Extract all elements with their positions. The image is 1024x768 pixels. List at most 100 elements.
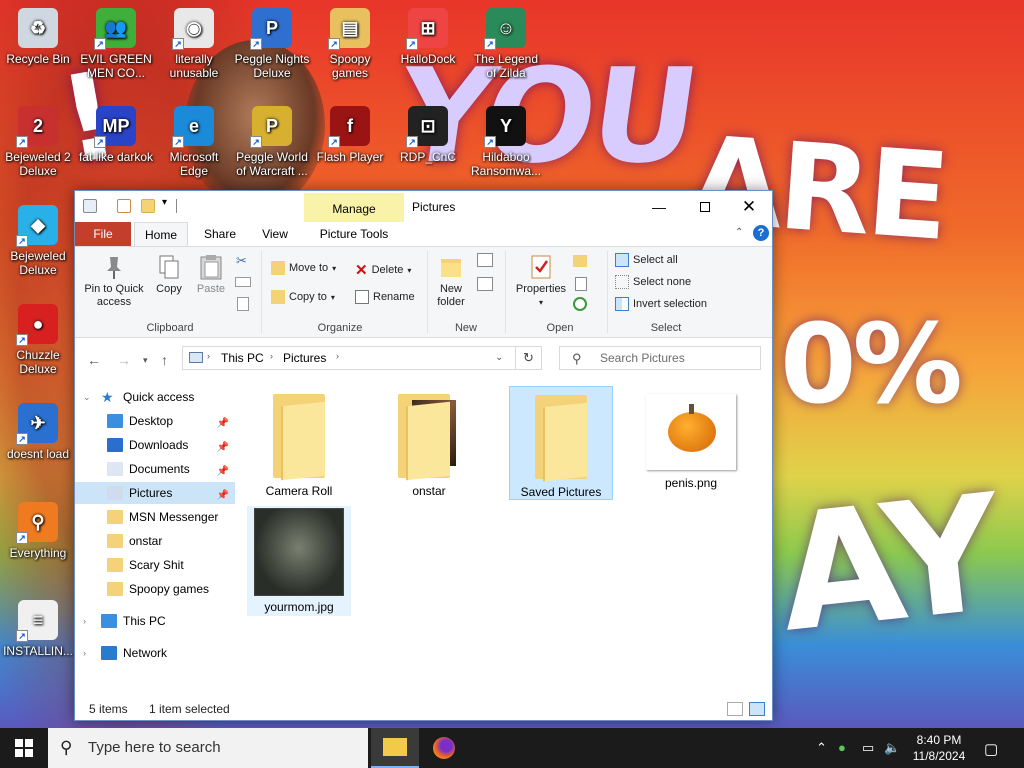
new-folder-button[interactable]: New folder (431, 253, 471, 309)
history-icon[interactable] (573, 297, 587, 311)
nav-item[interactable]: Spoopy games (75, 578, 235, 600)
edit-icon[interactable] (575, 277, 587, 291)
desktop-icon[interactable]: P ↗ Peggle Nights Deluxe (234, 8, 310, 80)
desktop-icon[interactable]: 👥 ↗ EVIL GREEN MEN CO... (78, 8, 154, 80)
copy-path-icon[interactable] (235, 277, 251, 287)
properties-quick-icon[interactable] (117, 199, 131, 213)
new-item-icon[interactable] (477, 253, 493, 267)
user-tray-icon[interactable]: ● (838, 740, 846, 755)
move-to-button[interactable]: Move to ▾ (271, 261, 336, 275)
close-button[interactable]: ✕ (726, 191, 772, 222)
desktop-icon[interactable]: ● ↗ Chuzzle Deluxe (0, 304, 76, 376)
desktop-icon[interactable]: e ↗ Microsoft Edge (156, 106, 232, 178)
show-hidden-icons[interactable]: ⌃ (816, 740, 827, 756)
desktop-icon[interactable]: ☺ ↗ The Legend of Zilda (468, 8, 544, 80)
tab-share[interactable]: Share (195, 222, 245, 246)
nav-item[interactable]: MSN Messenger (75, 506, 235, 528)
select-none-button[interactable]: Select none (615, 275, 691, 289)
desktop-icon[interactable]: ◉ ↗ literally unusable (156, 8, 232, 80)
invert-selection-button[interactable]: Invert selection (615, 297, 707, 311)
open-icon[interactable] (573, 255, 587, 267)
desktop-icon[interactable]: ⊡ ↗ RDP_CnC (390, 106, 466, 164)
expand-chevron-icon[interactable]: › (83, 642, 86, 664)
refresh-button[interactable]: ↻ (516, 346, 542, 370)
select-all-button[interactable]: Select all (615, 253, 678, 267)
desktop-icon[interactable]: ◆ ↗ Bejeweled Deluxe (0, 205, 76, 277)
nav-item[interactable]: onstar (75, 530, 235, 552)
customize-quick-access-icon[interactable]: ▾ (162, 197, 167, 208)
expand-chevron-icon[interactable]: › (83, 610, 86, 632)
back-button[interactable]: ← (87, 352, 101, 368)
address-dropdown-icon[interactable]: ⌄ (495, 352, 503, 363)
taskbar-clock[interactable]: 8:40 PM 11/8/2024 (906, 732, 972, 764)
new-folder-quick-icon[interactable] (141, 199, 155, 213)
file-item[interactable]: onstar (377, 386, 481, 500)
desktop-icon-label: literally unusable (169, 52, 219, 80)
file-item[interactable]: Saved Pictures (509, 386, 613, 500)
tab-picture-tools[interactable]: Picture Tools (304, 222, 404, 246)
collapse-ribbon-icon[interactable]: ⌃ (735, 227, 743, 238)
desktop-icon[interactable]: ✈ ↗ doesnt load (0, 403, 76, 461)
paste-shortcut-icon[interactable] (237, 297, 249, 311)
copy-button[interactable]: Copy (151, 253, 187, 296)
tab-view[interactable]: View (253, 222, 297, 246)
rename-button[interactable]: Rename (355, 290, 415, 304)
taskbar-firefox[interactable] (420, 728, 468, 768)
nav-item[interactable]: Documents 📌 (75, 458, 235, 480)
tab-manage[interactable]: Manage (304, 193, 404, 222)
tab-home[interactable]: Home (134, 222, 188, 246)
up-button[interactable]: ↑ (161, 352, 168, 368)
nav-item[interactable]: ⌄ ★ Quick access (75, 386, 235, 408)
desktop-icon[interactable]: ▤ ↗ Spoopy games (312, 8, 388, 80)
desktop-icon[interactable]: ⊞ ↗ HalloDock (390, 8, 466, 66)
title-bar[interactable]: ▾ Manage Pictures — ✕ (75, 191, 772, 222)
large-icons-view-icon[interactable] (749, 702, 765, 716)
file-item[interactable]: Camera Roll (247, 386, 351, 500)
help-icon[interactable]: ? (753, 225, 769, 241)
minimize-button[interactable]: — (636, 191, 682, 222)
desktop-icon[interactable]: MP ↗ fat like darkok (78, 106, 154, 164)
nav-item[interactable]: Desktop 📌 (75, 410, 235, 432)
nav-item[interactable]: › Network (75, 642, 235, 664)
details-view-icon[interactable] (727, 702, 743, 716)
breadcrumb-this-pc[interactable]: This PC (221, 351, 264, 365)
file-explorer-window[interactable]: ▾ Manage Pictures — ✕ File Home Share Vi… (74, 190, 773, 721)
tab-file[interactable]: File (75, 222, 131, 246)
paste-button[interactable]: Paste (193, 253, 229, 296)
properties-button[interactable]: Properties ▾ (511, 253, 571, 309)
delete-button[interactable]: ✕ Delete ▾ (355, 261, 411, 279)
address-bar[interactable]: › This PC › Pictures › ⌄ (182, 346, 516, 370)
desktop-icon[interactable]: ♻ Recycle Bin (0, 8, 76, 66)
maximize-button[interactable] (682, 191, 728, 222)
ribbon-home: Pin to Quick access Copy Paste ✂ Clipboa… (75, 246, 772, 338)
easy-access-icon[interactable] (477, 277, 493, 291)
desktop-icon[interactable]: P ↗ Peggle World of Warcraft ... (234, 106, 310, 178)
file-item[interactable]: penis.png (639, 386, 743, 500)
volume-icon[interactable]: 🔈 (884, 740, 900, 756)
notifications-icon[interactable]: ▢ (984, 740, 998, 758)
start-button[interactable] (0, 728, 48, 768)
desktop-icon[interactable]: ≡ ↗ INSTALLIN... (0, 600, 76, 658)
shortcut-arrow-icon: ↗ (94, 38, 106, 50)
file-item[interactable]: yourmom.jpg (247, 506, 351, 616)
recent-locations-button[interactable]: ▾ (143, 355, 148, 366)
move-to-label: Move to (289, 262, 329, 274)
taskbar-search-box[interactable]: ⚲ Type here to search (48, 728, 368, 768)
desktop-icon[interactable]: ⚲ ↗ Everything (0, 502, 76, 560)
cut-icon[interactable]: ✂ (236, 253, 247, 269)
taskbar-file-explorer[interactable] (371, 728, 419, 768)
breadcrumb-pictures[interactable]: Pictures (283, 351, 326, 365)
nav-item[interactable]: Scary Shit (75, 554, 235, 576)
forward-button[interactable]: → (117, 352, 131, 368)
desktop-icon[interactable]: f ↗ Flash Player (312, 106, 388, 164)
desktop-icon[interactable]: Y ↗ Hildaboo Ransomwa... (468, 106, 544, 178)
expand-chevron-icon[interactable]: ⌄ (83, 386, 91, 408)
nav-item[interactable]: Pictures 📌 (75, 482, 235, 504)
nav-item[interactable]: › This PC (75, 610, 235, 632)
copy-to-button[interactable]: Copy to ▾ (271, 290, 335, 304)
search-input[interactable]: ⚲ Search Pictures (559, 346, 761, 370)
network-icon[interactable]: ▭ (862, 740, 874, 756)
pin-to-quick-access-button[interactable]: Pin to Quick access (81, 253, 147, 309)
nav-item[interactable]: Downloads 📌 (75, 434, 235, 456)
desktop-icon[interactable]: 2 ↗ Bejeweled 2 Deluxe (0, 106, 76, 178)
